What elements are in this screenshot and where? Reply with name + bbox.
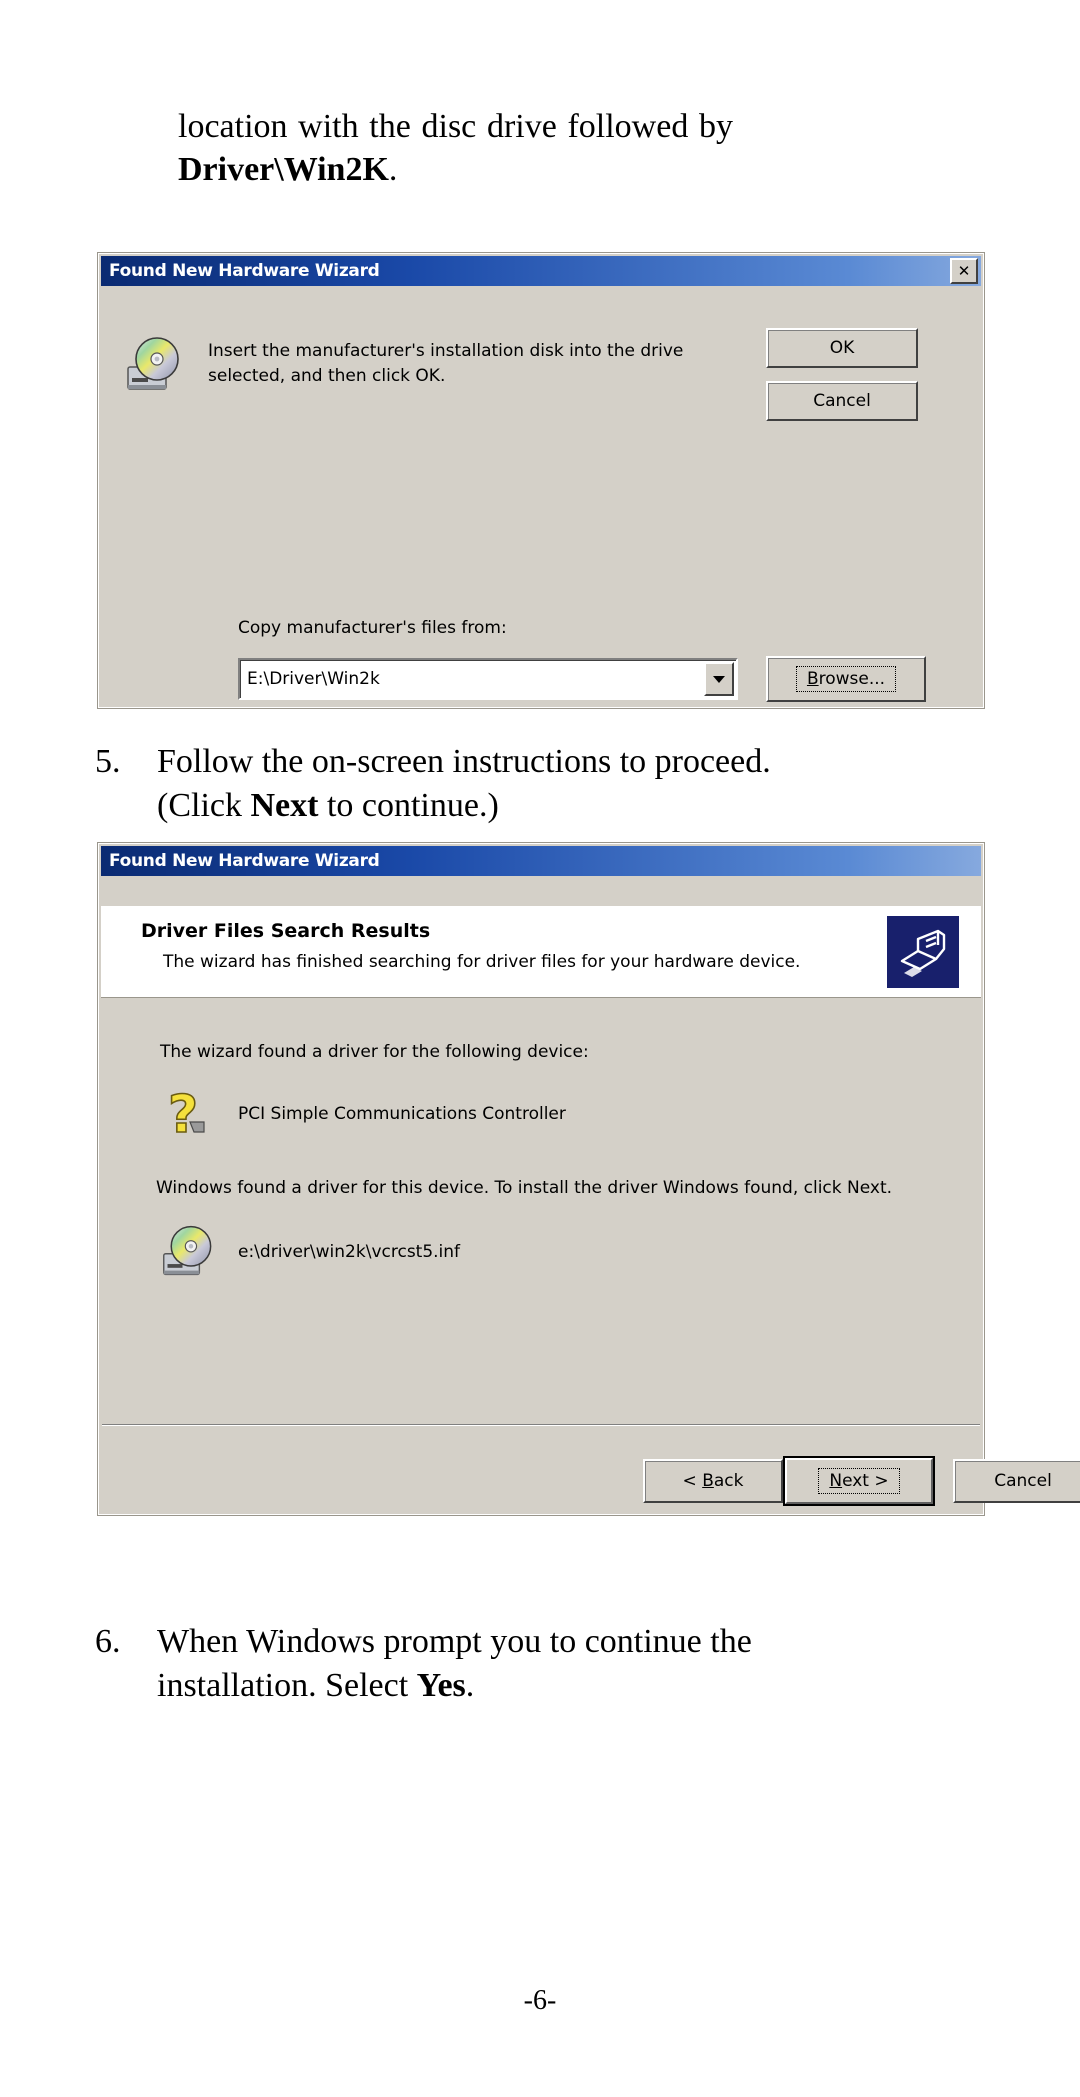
intro-line1-text: location with the disc drive followed by [178,108,733,145]
wizard-header-strip: Driver Files Search Results The wizard h… [101,906,981,998]
close-icon[interactable]: ✕ [950,258,978,284]
browse-button[interactable]: Browse... [766,656,926,702]
dialog2-cancel-label: Cancel [994,1471,1052,1491]
intro-paragraph-line2: Driver\Win2K. [178,148,738,192]
button-bar-separator [102,1424,980,1426]
device-name: PCI Simple Communications Controller [238,1104,566,1124]
next-button-label: ext > [842,1471,889,1491]
step-6-line2-post: . [465,1667,475,1705]
step-6-line1: When Windows prompt you to continue the [157,1623,752,1660]
install-instruction-line: Windows found a driver for this device. … [156,1178,893,1198]
wizard-header-title: Driver Files Search Results [141,920,431,942]
step-5-body: Follow the on-screen instructions to pro… [157,740,985,828]
step-6-line2-bold: Yes [416,1667,466,1705]
intro-paragraph-line1: location with the disc drive followed by [178,105,733,149]
step-6-body: When Windows prompt you to continue the … [157,1620,985,1708]
step-6: 6. When Windows prompt you to continue t… [95,1620,985,1708]
svg-text:?: ? [168,1085,198,1145]
back-arrow-text: < [682,1471,703,1491]
path-combobox[interactable]: E:\Driver\Win2k [238,658,738,700]
browse-button-label: rowse... [818,669,886,689]
ok-button-label: OK [829,338,855,358]
chevron-down-glyph [713,675,725,683]
browse-button-focusring: Browse... [795,666,897,692]
found-driver-line: The wizard found a driver for the follow… [160,1042,589,1062]
unknown-device-icon: ? [160,1082,216,1146]
wizard-header-subtitle: The wizard has finished searching for dr… [163,952,801,972]
found-new-hardware-wizard-dialog-1[interactable]: Found New Hardware Wizard ✕ Insert the m… [97,252,985,709]
cd-drive-icon [124,331,188,395]
chevron-down-icon[interactable] [704,662,734,696]
inf-cd-drive-icon [160,1220,220,1280]
next-button[interactable]: Next > [783,1456,935,1506]
path-value: E:\Driver\Win2k [247,669,380,689]
inf-path: e:\driver\win2k\vcrcst5.inf [238,1242,461,1262]
back-accel: B [702,1471,714,1491]
step-5: 5. Follow the on-screen instructions to … [95,740,985,828]
dialog2-body: Driver Files Search Results The wizard h… [98,876,1080,1548]
dialog1-title: Found New Hardware Wizard [109,261,380,281]
back-label-rest: ack [713,1471,744,1491]
step-5-number: 5. [95,743,121,780]
dialog1-body: Insert the manufacturer's installation d… [98,286,984,741]
intro-bold-path: Driver\Win2K [178,151,389,188]
close-glyph: ✕ [957,261,971,280]
cancel-button[interactable]: Cancel [766,381,918,421]
page-number: -6- [523,1985,557,2016]
back-button-label: < Back [683,1471,744,1491]
wizard-banner-icon [887,916,959,988]
dialog2-titlebar[interactable]: Found New Hardware Wizard [101,846,981,876]
next-accel: N [829,1471,843,1491]
step-6-number: 6. [95,1623,121,1660]
next-button-focusring: Next > [818,1468,900,1494]
back-button[interactable]: < Back [643,1459,783,1503]
dialog1-titlebar[interactable]: Found New Hardware Wizard ✕ [101,256,981,286]
step-5-line1: Follow the on-screen instructions to pro… [157,743,771,780]
browse-accel: B [806,669,819,689]
intro-period: . [388,151,398,188]
step-5-line2-bold: Next [250,787,319,825]
step-5-line2-post: to continue.) [318,787,499,825]
found-new-hardware-wizard-dialog-2[interactable]: Found New Hardware Wizard Driver Files S… [97,842,1080,1516]
dialog2-title: Found New Hardware Wizard [109,851,380,871]
step-6-line2-pre: installation. Select [157,1667,417,1705]
cancel-button-label: Cancel [813,391,871,411]
copy-from-label: Copy manufacturer's files from: [238,618,507,638]
dialog1-message: Insert the manufacturer's installation d… [208,341,684,386]
next-button-inner: Next > [785,1458,933,1504]
dialog2-cancel-button[interactable]: Cancel [953,1459,1080,1503]
ok-button[interactable]: OK [766,328,918,368]
step-5-line2-pre: (Click [157,787,251,825]
